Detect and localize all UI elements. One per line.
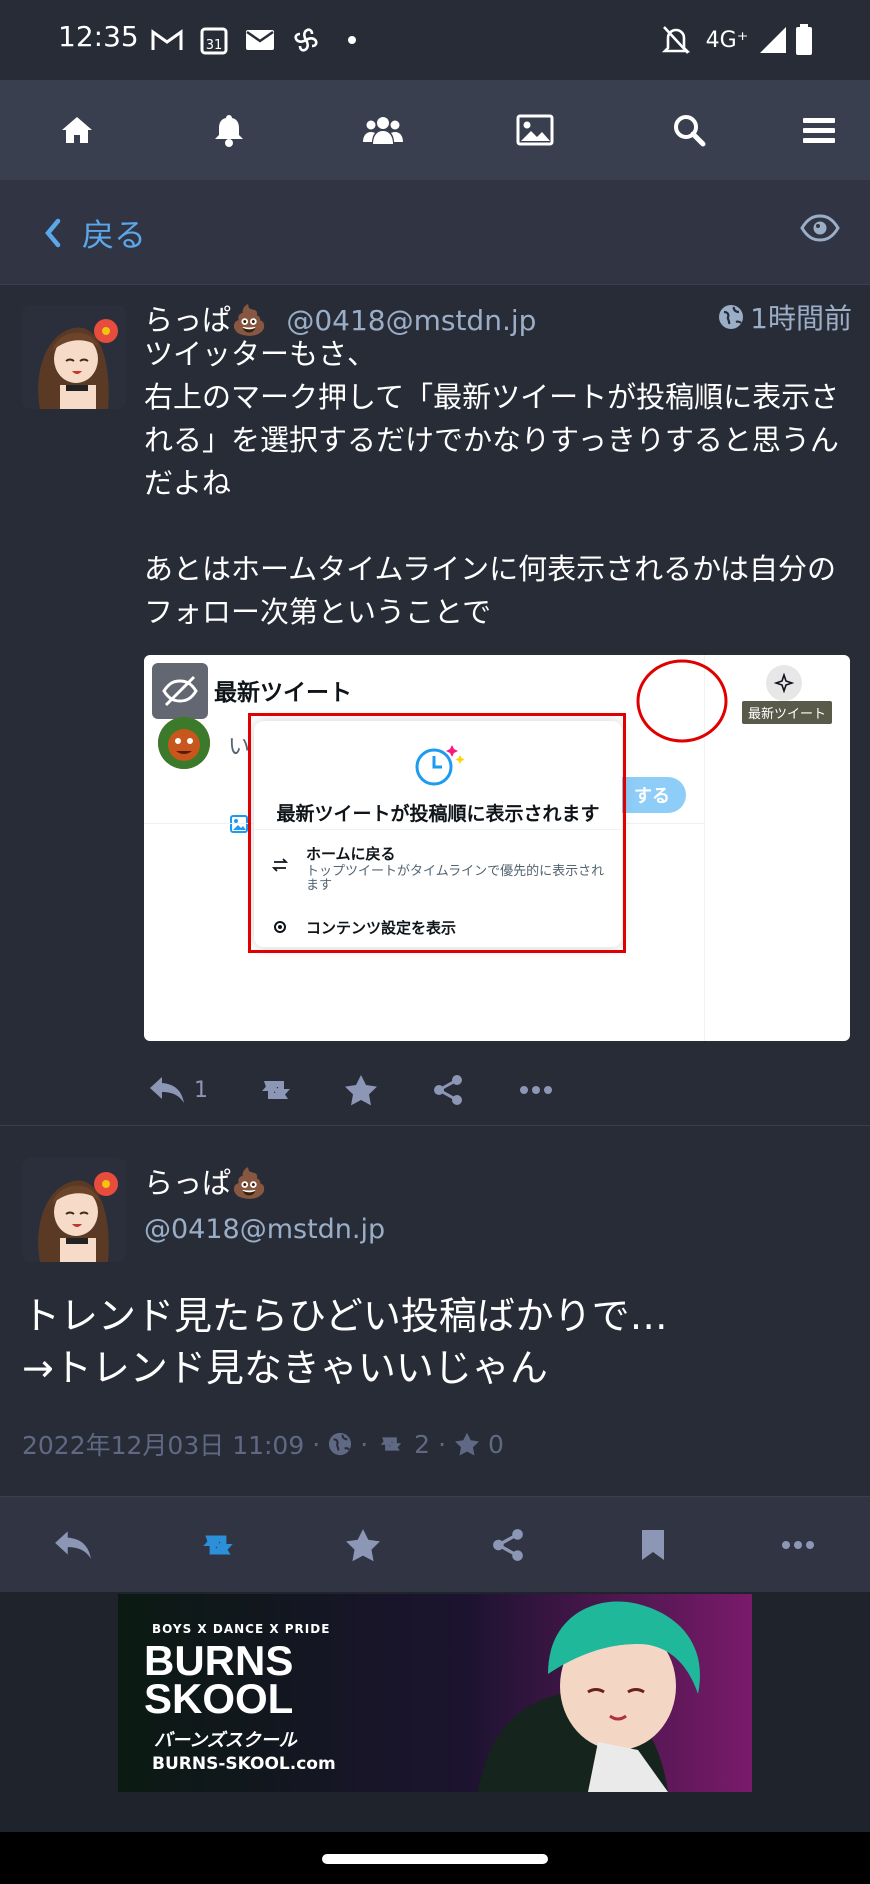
signal-icon: [756, 22, 790, 58]
boost-button[interactable]: [256, 1065, 296, 1115]
nav-home-button[interactable]: [2, 80, 152, 180]
more-button[interactable]: [725, 1497, 870, 1593]
reply-button[interactable]: 1: [148, 1065, 208, 1115]
network-type: 4G⁺: [705, 27, 749, 53]
media-header-title: 最新ツイート: [214, 680, 352, 706]
favourite-button[interactable]: [290, 1497, 435, 1593]
favourite-count[interactable]: 0: [488, 1430, 504, 1459]
ad-brand-kana: バーンズスクール: [154, 1730, 297, 1751]
nav-local-button[interactable]: [308, 80, 458, 180]
status-content: ツイッターもさ、 右上のマーク押して「最新ツイートが投稿順に表示される」を選択す…: [144, 337, 840, 629]
reply-icon: [150, 1077, 184, 1103]
avatar[interactable]: [22, 305, 126, 409]
bookmark-button[interactable]: [580, 1497, 725, 1593]
status-content: トレンド見たらひどい投稿ばかりで… →トレンド見なきゃいいじゃん: [22, 1294, 668, 1390]
media-image-icon: [230, 815, 248, 837]
bell-icon: [215, 115, 243, 147]
ellipsis-icon: [520, 1086, 552, 1094]
system-home-bar: [0, 1832, 870, 1884]
star-icon: [455, 1432, 480, 1456]
column-header: 戻る: [0, 180, 870, 285]
ad-banner[interactable]: BOYS X DANCE X PRIDE BURNS SKOOL バーンズスクー…: [118, 1594, 752, 1792]
dot-icon: [344, 22, 360, 58]
share-icon: [492, 1529, 523, 1561]
red-circle-annotation: [636, 659, 728, 743]
globe-icon: [719, 305, 744, 329]
share-button[interactable]: [435, 1497, 580, 1593]
toggle-visibility-button[interactable]: [800, 214, 840, 246]
hide-media-button[interactable]: [152, 663, 208, 719]
display-name: らっぱ💩: [144, 303, 268, 337]
pinwheel-icon: [288, 22, 324, 58]
reply-count: 1: [194, 1077, 208, 1103]
media-avatar: [158, 717, 210, 769]
reply-button[interactable]: [0, 1497, 145, 1593]
home-gesture-pill[interactable]: [322, 1854, 548, 1864]
battery-icon: [792, 22, 816, 58]
status-date[interactable]: 2022年12月03日 11:09: [22, 1426, 304, 1462]
star-icon: [345, 1529, 380, 1562]
eye-icon: [800, 214, 840, 242]
star-icon: [345, 1075, 377, 1106]
mail-icon: [244, 22, 276, 58]
ad-brand-line2: SKOOL: [144, 1675, 294, 1722]
nav-search-button[interactable]: [614, 80, 764, 180]
ad-tagline: BOYS X DANCE X PRIDE: [152, 1622, 331, 1636]
share-button[interactable]: [432, 1065, 464, 1115]
calendar-icon: 31: [198, 22, 230, 58]
top-nav: [0, 80, 870, 180]
avatar[interactable]: [22, 1158, 126, 1262]
tooltip: 最新ツイート: [742, 701, 833, 724]
back-button[interactable]: 戻る: [42, 210, 146, 256]
home-icon: [62, 117, 92, 143]
detailed-status: らっぱ💩 @0418@mstdn.jp トレンド見たらひどい投稿ばかりで… →ト…: [0, 1126, 870, 1496]
nav-notifications-button[interactable]: [154, 80, 304, 180]
display-name[interactable]: らっぱ💩: [144, 1160, 267, 1202]
account-handle[interactable]: @0418@mstdn.jp: [144, 1214, 385, 1245]
gmail-icon: [150, 22, 184, 58]
media-attachment[interactable]: 最新ツイート いま する 最新ツイート 最新ツイートが投稿順に表示されます ホー…: [144, 655, 850, 1041]
nav-menu-button[interactable]: [744, 80, 870, 180]
people-icon: [363, 117, 403, 144]
status-meta: 2022年12月03日 11:09 · · 2 · 0: [22, 1426, 504, 1462]
boost-count[interactable]: 2: [414, 1430, 430, 1459]
boost-icon: [262, 1081, 290, 1099]
eye-slash-icon: [162, 675, 198, 707]
boost-button[interactable]: [145, 1497, 290, 1593]
status-bar: 12:35 31 4G⁺: [0, 0, 870, 80]
menu-icon: [803, 118, 835, 143]
detailed-action-bar: [0, 1496, 870, 1593]
nav-media-button[interactable]: [460, 80, 610, 180]
share-icon: [434, 1075, 462, 1105]
time-ago: 1時間前: [750, 302, 852, 335]
reply-icon: [54, 1531, 91, 1559]
ad-url: BURNS-SKOOL.com: [152, 1754, 336, 1774]
sparkle-button: [766, 665, 802, 701]
image-icon: [516, 114, 554, 146]
globe-icon: [329, 1432, 352, 1456]
favourite-button[interactable]: [344, 1065, 378, 1115]
status-card[interactable]: らっぱ💩 @0418@mstdn.jp 1時間前 ツイッターもさ、 右上のマーク…: [0, 285, 870, 1126]
back-label: 戻る: [82, 216, 147, 254]
boost-icon: [202, 1535, 233, 1555]
sparkle-icon: [774, 673, 794, 693]
ad-brand: BURNS SKOOL: [144, 1640, 294, 1722]
more-button[interactable]: [520, 1065, 552, 1115]
chevron-left-icon: [45, 218, 61, 248]
boost-icon: [380, 1437, 402, 1451]
clock: 12:35: [58, 20, 139, 53]
ellipsis-icon: [781, 1541, 814, 1549]
svg-text:31: 31: [206, 38, 223, 53]
red-box-annotation: [248, 713, 626, 953]
bell-off-icon: [660, 22, 692, 58]
status-time[interactable]: 1時間前: [718, 297, 852, 337]
bookmark-icon: [641, 1530, 664, 1560]
status-action-bar: 1: [144, 1065, 564, 1115]
search-icon: [674, 115, 706, 147]
